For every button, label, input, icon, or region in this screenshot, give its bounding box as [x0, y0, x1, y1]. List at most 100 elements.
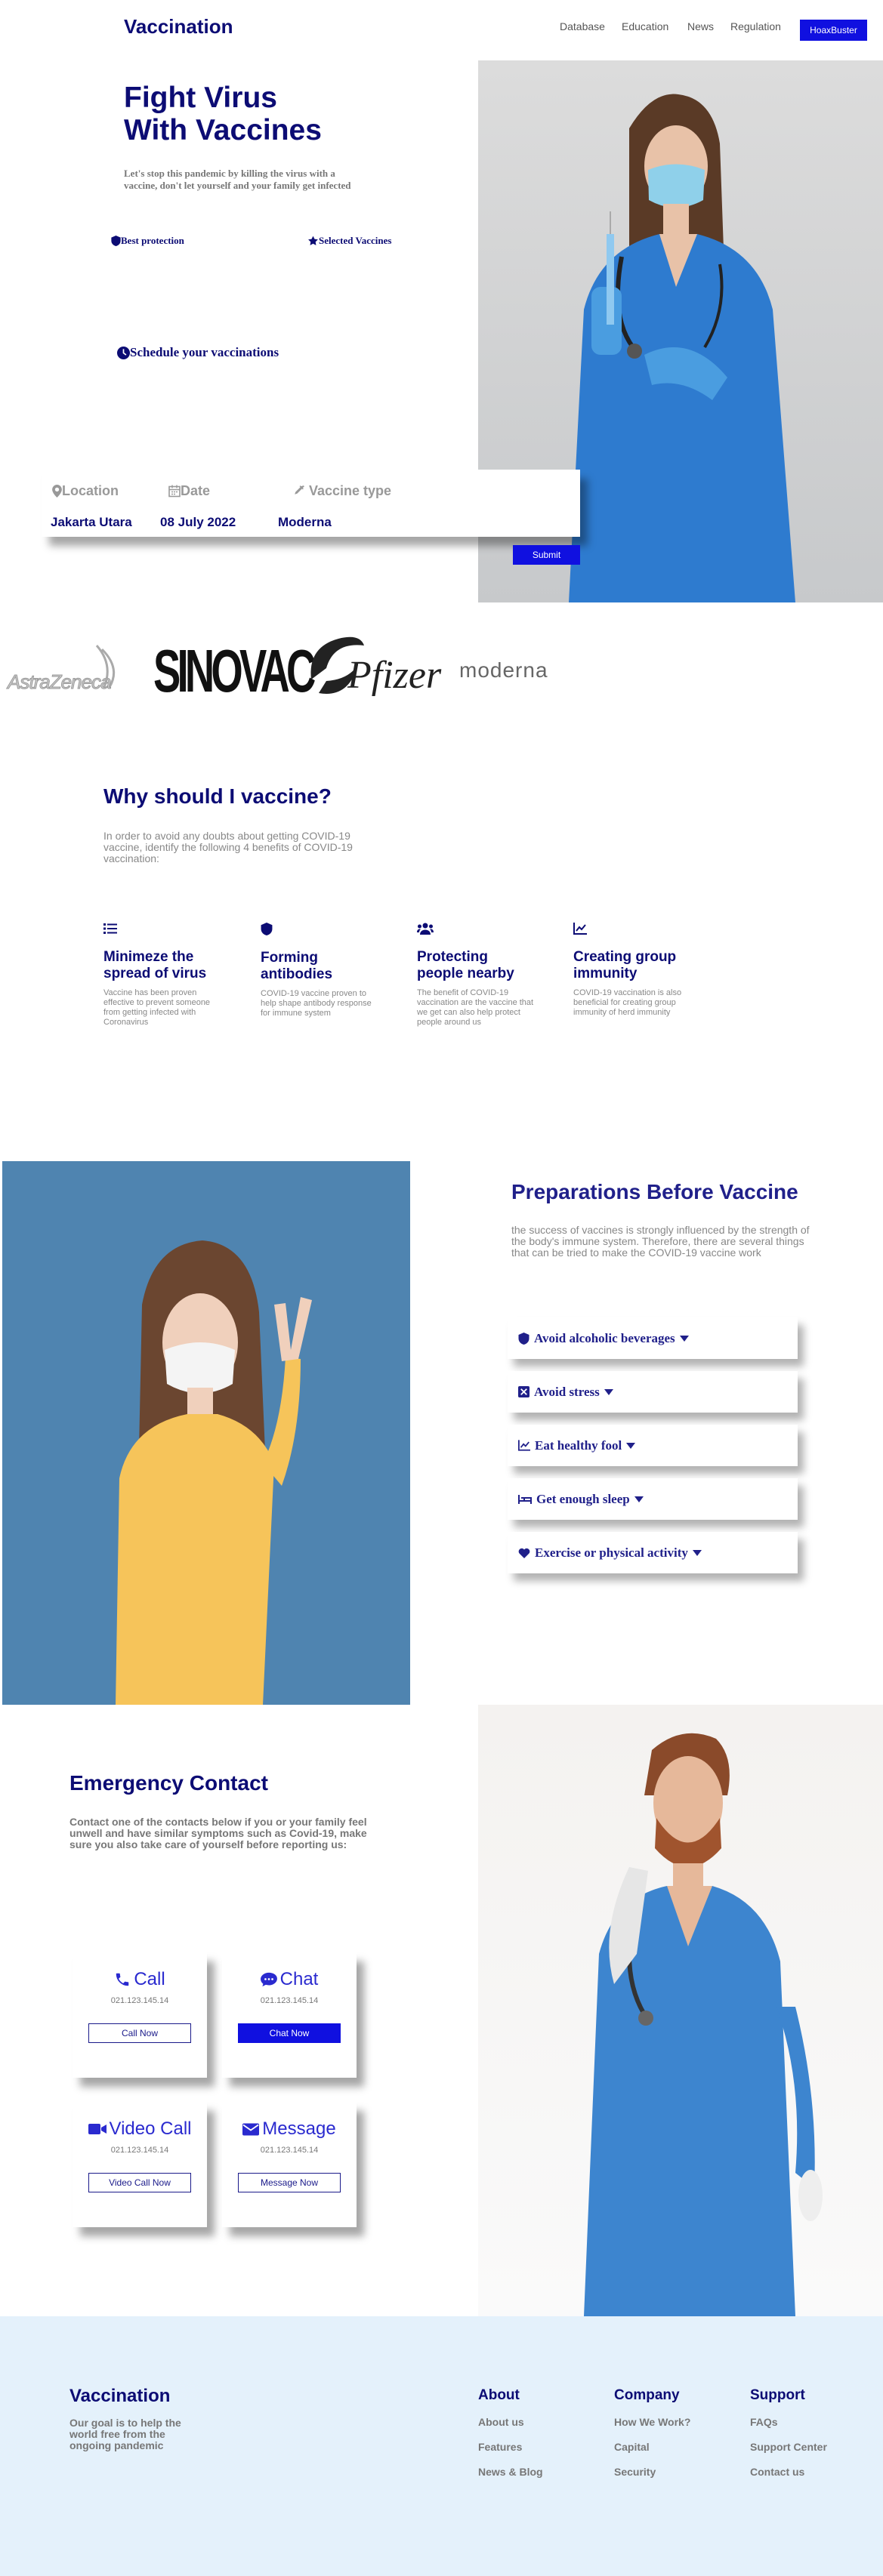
submit-button[interactable]: Submit [513, 545, 580, 565]
chart-line-icon [573, 923, 587, 935]
benefit-title: Minimeze the spread of virus [103, 949, 207, 981]
vaccine-type-label: Vaccine type [309, 483, 392, 498]
accordion-label: Avoid alcoholic beverages [534, 1330, 675, 1345]
contact-card-video: Video Call 021.123.145.14 Video Call Now [73, 2102, 207, 2227]
benefit-immunity: Creating group immunity COVID-19 vaccina… [573, 923, 694, 1018]
users-icon [417, 923, 434, 935]
card-title: Call [134, 1969, 165, 1989]
footer-col-title: About [478, 2387, 520, 2403]
footer-col-title: Support [750, 2387, 805, 2403]
bed-icon [518, 1495, 532, 1504]
chat-now-button[interactable]: Chat Now [238, 2023, 341, 2043]
brand-logo[interactable]: Vaccination [124, 15, 233, 39]
footer-link[interactable]: Support Center [750, 2441, 827, 2453]
nav-regulation[interactable]: Regulation [730, 20, 781, 32]
accordion-sleep[interactable]: Get enough sleep [508, 1478, 798, 1520]
astrazeneca-logo: AstraZeneca [7, 642, 128, 695]
heart-icon [518, 1548, 530, 1558]
date-value[interactable]: 08 July 2022 [160, 515, 236, 530]
nav-database[interactable]: Database [560, 20, 605, 32]
message-now-button[interactable]: Message Now [238, 2173, 341, 2192]
video-call-now-button[interactable]: Video Call Now [88, 2173, 191, 2192]
footer-link[interactable]: Security [614, 2466, 690, 2478]
star-icon [308, 236, 318, 245]
footer-col-company: Company How We Work? Capital Security [614, 2387, 690, 2491]
date-label: Date [181, 483, 211, 498]
chat-icon [260, 1972, 277, 1987]
shield-icon [261, 923, 273, 935]
emergency-description: Contact one of the contacts below if you… [69, 1816, 367, 1850]
list-icon [103, 923, 117, 934]
card-title: Message [262, 2118, 336, 2139]
shield-icon [518, 1332, 529, 1345]
benefit-text: COVID-19 vaccine proven to help shape an… [261, 989, 372, 1018]
astrazeneca-text: AstraZeneca [7, 670, 111, 694]
male-doctor-illustration [584, 1733, 823, 2316]
benefit-title: Protecting people nearby [417, 949, 514, 981]
emergency-title: Emergency Contact [69, 1771, 268, 1795]
nav-education[interactable]: Education [622, 20, 668, 32]
vaccine-type-value[interactable]: Moderna [278, 515, 332, 530]
clock-icon [117, 346, 130, 359]
submit-label: Submit [532, 550, 561, 560]
schedule-link[interactable]: Schedule your vaccinations [117, 345, 279, 360]
calendar-icon [168, 485, 181, 498]
accordion-label: Exercise or physical activity [535, 1545, 688, 1560]
syringe-icon [295, 485, 304, 495]
footer-link[interactable]: News & Blog [478, 2466, 543, 2478]
benefit-antibodies: Forming antibodies COVID-19 vaccine prov… [261, 923, 381, 1018]
card-title: Video Call [109, 2118, 192, 2139]
footer-link[interactable]: About us [478, 2416, 543, 2428]
footer: Vaccination Our goal is to help the worl… [0, 2316, 883, 2576]
prep-description: the success of vaccines is strongly infl… [511, 1224, 810, 1259]
pfizer-logo: Pfizer [304, 634, 441, 710]
date-field-label: Date [168, 483, 210, 499]
feature-best-protection: Best protection [111, 235, 184, 247]
prep-photo [2, 1161, 410, 1705]
footer-col-support: Support FAQs Support Center Contact us [750, 2387, 827, 2491]
accordion-alcohol[interactable]: Avoid alcoholic beverages [508, 1317, 798, 1359]
chart-line-icon [518, 1440, 530, 1451]
shield-icon [111, 236, 121, 246]
caret-down-icon [626, 1442, 636, 1449]
call-now-button[interactable]: Call Now [88, 2023, 191, 2043]
footer-link[interactable]: FAQs [750, 2416, 827, 2428]
caret-down-icon [679, 1335, 689, 1342]
nav-news[interactable]: News [687, 20, 714, 32]
footer-link[interactable]: Contact us [750, 2466, 827, 2478]
header: Vaccination Database Education News Regu… [0, 0, 883, 57]
sinovac-logo: SINOVAC [153, 637, 316, 704]
square-x-icon [518, 1386, 529, 1397]
location-value[interactable]: Jakarta Utara [51, 515, 132, 530]
caret-down-icon [634, 1496, 644, 1502]
feature-label: Selected Vaccines [319, 235, 392, 246]
benefit-text: COVID-19 vaccination is also beneficial … [573, 988, 682, 1017]
hoaxbuster-button[interactable]: HoaxBuster [800, 20, 867, 41]
card-number: 021.123.145.14 [110, 1996, 169, 2005]
hero-description: Let's stop this pandemic by killing the … [124, 168, 351, 191]
card-number: 021.123.145.14 [260, 2146, 319, 2155]
footer-link[interactable]: Features [478, 2441, 543, 2453]
hero-title: Fight Virus With Vaccines [124, 82, 322, 146]
pfizer-text: Pfizer [347, 654, 442, 697]
benefit-text: The benefit of COVID-19 vaccination are … [417, 988, 534, 1027]
schedule-label: Schedule your vaccinations [130, 345, 279, 359]
footer-brand[interactable]: Vaccination [69, 2386, 170, 2407]
feature-label: Best protection [121, 235, 184, 246]
phone-icon [116, 1973, 129, 1986]
accordion-healthy-food[interactable]: Eat healthy fool [508, 1425, 798, 1466]
contact-card-message: Message 021.123.145.14 Message Now [222, 2102, 357, 2227]
accordion-exercise[interactable]: Exercise or physical activity [508, 1532, 798, 1573]
feature-selected-vaccines: Selected Vaccines [307, 235, 391, 247]
benefit-title: Creating group immunity [573, 949, 677, 981]
footer-link[interactable]: How We Work? [614, 2416, 690, 2428]
envelope-icon [242, 2123, 260, 2135]
caret-down-icon [604, 1388, 613, 1395]
accordion-stress[interactable]: Avoid stress [508, 1371, 798, 1413]
card-number: 021.123.145.14 [260, 1996, 319, 2005]
contact-card-chat: Chat 021.123.145.14 Chat Now [222, 1952, 357, 2078]
hero-title-line2: With Vaccines [124, 114, 322, 146]
benefit-spread: Minimeze the spread of virus Vaccine has… [103, 923, 224, 1028]
footer-link[interactable]: Capital [614, 2441, 690, 2453]
why-description: In order to avoid any doubts about getti… [103, 830, 353, 864]
